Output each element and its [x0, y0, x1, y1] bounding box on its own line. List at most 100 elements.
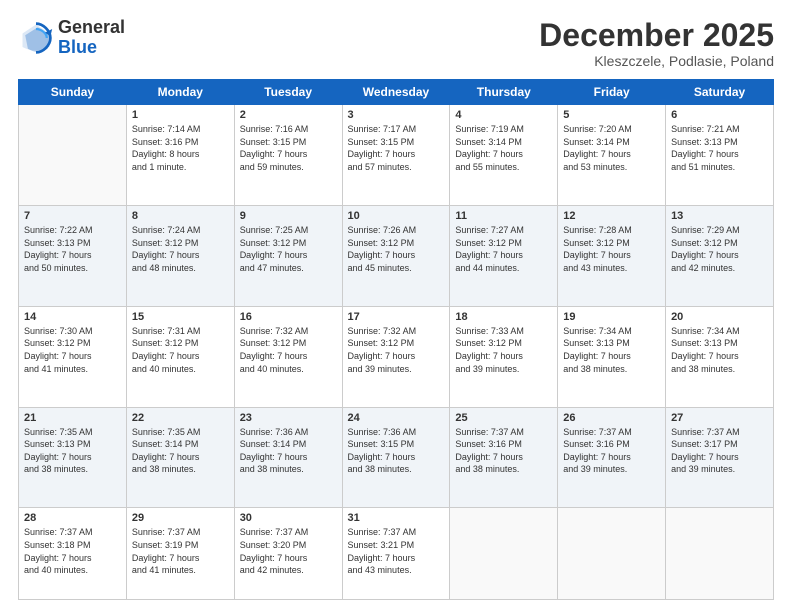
day-info: Sunrise: 7:35 AM Sunset: 3:13 PM Dayligh…	[24, 426, 121, 476]
day-number: 21	[24, 412, 121, 424]
day-info: Sunrise: 7:32 AM Sunset: 3:12 PM Dayligh…	[348, 325, 445, 375]
calendar-table: Sunday Monday Tuesday Wednesday Thursday…	[18, 79, 774, 600]
calendar-cell: 28 Sunrise: 7:37 AM Sunset: 3:18 PM Dayli…	[19, 508, 127, 600]
calendar-cell: 19 Sunrise: 7:34 AM Sunset: 3:13 PM Dayli…	[558, 306, 666, 407]
day-info: Sunrise: 7:34 AM Sunset: 3:13 PM Dayligh…	[563, 325, 660, 375]
calendar-cell: 7 Sunrise: 7:22 AM Sunset: 3:13 PM Daylig…	[19, 205, 127, 306]
day-number: 2	[240, 109, 337, 121]
day-info: Sunrise: 7:37 AM Sunset: 3:18 PM Dayligh…	[24, 526, 121, 576]
calendar-cell	[558, 508, 666, 600]
day-number: 29	[132, 512, 229, 524]
col-thursday: Thursday	[450, 80, 558, 105]
calendar-cell: 6Sunrise: 7:21 AM Sunset: 3:13 PM Daylig…	[666, 105, 774, 206]
day-info: Sunrise: 7:35 AM Sunset: 3:14 PM Dayligh…	[132, 426, 229, 476]
day-info: Sunrise: 7:28 AM Sunset: 3:12 PM Dayligh…	[563, 224, 660, 274]
day-number: 24	[348, 412, 445, 424]
day-number: 10	[348, 210, 445, 222]
calendar-cell	[19, 105, 127, 206]
calendar-cell: 22Sunrise: 7:35 AM Sunset: 3:14 PM Dayli…	[126, 407, 234, 508]
day-info: Sunrise: 7:25 AM Sunset: 3:12 PM Dayligh…	[240, 224, 337, 274]
day-number: 4	[455, 109, 552, 121]
day-number: 18	[455, 311, 552, 323]
calendar-week-row: 14 Sunrise: 7:30 AM Sunset: 3:12 PM Dayli…	[19, 306, 774, 407]
calendar-cell: 20 Sunrise: 7:34 AM Sunset: 3:13 PM Dayli…	[666, 306, 774, 407]
calendar-cell: 4 Sunrise: 7:19 AM Sunset: 3:14 PM Daylig…	[450, 105, 558, 206]
calendar-cell: 5Sunrise: 7:20 AM Sunset: 3:14 PM Daylig…	[558, 105, 666, 206]
day-info: Sunrise: 7:16 AM Sunset: 3:15 PM Dayligh…	[240, 123, 337, 173]
day-info: Sunrise: 7:37 AM Sunset: 3:17 PM Dayligh…	[671, 426, 768, 476]
logo-text: General Blue	[58, 18, 125, 58]
day-number: 7	[24, 210, 121, 222]
day-info: Sunrise: 7:21 AM Sunset: 3:13 PM Dayligh…	[671, 123, 768, 173]
calendar-cell: 16 Sunrise: 7:32 AM Sunset: 3:12 PM Dayli…	[234, 306, 342, 407]
calendar-week-row: 28 Sunrise: 7:37 AM Sunset: 3:18 PM Dayli…	[19, 508, 774, 600]
day-info: Sunrise: 7:37 AM Sunset: 3:20 PM Dayligh…	[240, 526, 337, 576]
col-tuesday: Tuesday	[234, 80, 342, 105]
calendar-cell: 10 Sunrise: 7:26 AM Sunset: 3:12 PM Dayli…	[342, 205, 450, 306]
calendar-week-row: 1 Sunrise: 7:14 AM Sunset: 3:16 PM Daylig…	[19, 105, 774, 206]
day-info: Sunrise: 7:32 AM Sunset: 3:12 PM Dayligh…	[240, 325, 337, 375]
day-number: 14	[24, 311, 121, 323]
day-info: Sunrise: 7:17 AM Sunset: 3:15 PM Dayligh…	[348, 123, 445, 173]
col-saturday: Saturday	[666, 80, 774, 105]
logo-icon	[18, 20, 54, 56]
day-number: 5	[563, 109, 660, 121]
calendar-cell	[666, 508, 774, 600]
logo: General Blue	[18, 18, 125, 58]
day-info: Sunrise: 7:37 AM Sunset: 3:19 PM Dayligh…	[132, 526, 229, 576]
day-number: 16	[240, 311, 337, 323]
calendar-cell: 11 Sunrise: 7:27 AM Sunset: 3:12 PM Dayli…	[450, 205, 558, 306]
day-number: 26	[563, 412, 660, 424]
day-info: Sunrise: 7:27 AM Sunset: 3:12 PM Dayligh…	[455, 224, 552, 274]
calendar-cell: 29 Sunrise: 7:37 AM Sunset: 3:19 PM Dayli…	[126, 508, 234, 600]
calendar-cell: 9 Sunrise: 7:25 AM Sunset: 3:12 PM Daylig…	[234, 205, 342, 306]
col-sunday: Sunday	[19, 80, 127, 105]
col-wednesday: Wednesday	[342, 80, 450, 105]
day-number: 28	[24, 512, 121, 524]
day-info: Sunrise: 7:22 AM Sunset: 3:13 PM Dayligh…	[24, 224, 121, 274]
day-info: Sunrise: 7:19 AM Sunset: 3:14 PM Dayligh…	[455, 123, 552, 173]
calendar-cell: 2 Sunrise: 7:16 AM Sunset: 3:15 PM Daylig…	[234, 105, 342, 206]
day-number: 13	[671, 210, 768, 222]
calendar-cell: 17Sunrise: 7:32 AM Sunset: 3:12 PM Dayli…	[342, 306, 450, 407]
day-info: Sunrise: 7:36 AM Sunset: 3:15 PM Dayligh…	[348, 426, 445, 476]
day-number: 11	[455, 210, 552, 222]
calendar-cell: 30 Sunrise: 7:37 AM Sunset: 3:20 PM Dayli…	[234, 508, 342, 600]
calendar-cell: 24 Sunrise: 7:36 AM Sunset: 3:15 PM Dayli…	[342, 407, 450, 508]
day-number: 30	[240, 512, 337, 524]
calendar-cell: 12Sunrise: 7:28 AM Sunset: 3:12 PM Dayli…	[558, 205, 666, 306]
day-number: 9	[240, 210, 337, 222]
day-info: Sunrise: 7:31 AM Sunset: 3:12 PM Dayligh…	[132, 325, 229, 375]
day-info: Sunrise: 7:36 AM Sunset: 3:14 PM Dayligh…	[240, 426, 337, 476]
col-friday: Friday	[558, 80, 666, 105]
calendar-cell: 14 Sunrise: 7:30 AM Sunset: 3:12 PM Dayli…	[19, 306, 127, 407]
location-subtitle: Kleszczele, Podlasie, Poland	[539, 53, 774, 69]
day-number: 15	[132, 311, 229, 323]
calendar-cell: 26 Sunrise: 7:37 AM Sunset: 3:16 PM Dayli…	[558, 407, 666, 508]
calendar-week-row: 21 Sunrise: 7:35 AM Sunset: 3:13 PM Dayli…	[19, 407, 774, 508]
day-number: 1	[132, 109, 229, 121]
day-info: Sunrise: 7:37 AM Sunset: 3:16 PM Dayligh…	[563, 426, 660, 476]
calendar-cell: 18Sunrise: 7:33 AM Sunset: 3:12 PM Dayli…	[450, 306, 558, 407]
calendar-cell: 1 Sunrise: 7:14 AM Sunset: 3:16 PM Daylig…	[126, 105, 234, 206]
day-info: Sunrise: 7:30 AM Sunset: 3:12 PM Dayligh…	[24, 325, 121, 375]
calendar-cell: 25Sunrise: 7:37 AM Sunset: 3:16 PM Dayli…	[450, 407, 558, 508]
day-info: Sunrise: 7:37 AM Sunset: 3:16 PM Dayligh…	[455, 426, 552, 476]
day-info: Sunrise: 7:34 AM Sunset: 3:13 PM Dayligh…	[671, 325, 768, 375]
day-info: Sunrise: 7:29 AM Sunset: 3:12 PM Dayligh…	[671, 224, 768, 274]
day-number: 3	[348, 109, 445, 121]
calendar-week-row: 7 Sunrise: 7:22 AM Sunset: 3:13 PM Daylig…	[19, 205, 774, 306]
day-info: Sunrise: 7:24 AM Sunset: 3:12 PM Dayligh…	[132, 224, 229, 274]
col-monday: Monday	[126, 80, 234, 105]
day-info: Sunrise: 7:26 AM Sunset: 3:12 PM Dayligh…	[348, 224, 445, 274]
calendar-cell: 23Sunrise: 7:36 AM Sunset: 3:14 PM Dayli…	[234, 407, 342, 508]
calendar-cell: 27Sunrise: 7:37 AM Sunset: 3:17 PM Dayli…	[666, 407, 774, 508]
header: General Blue December 2025 Kleszczele, P…	[18, 18, 774, 69]
calendar-cell: 15 Sunrise: 7:31 AM Sunset: 3:12 PM Dayli…	[126, 306, 234, 407]
day-number: 19	[563, 311, 660, 323]
day-info: Sunrise: 7:14 AM Sunset: 3:16 PM Dayligh…	[132, 123, 229, 173]
day-number: 31	[348, 512, 445, 524]
calendar-cell: 31Sunrise: 7:37 AM Sunset: 3:21 PM Dayli…	[342, 508, 450, 600]
day-number: 20	[671, 311, 768, 323]
calendar-cell: 8Sunrise: 7:24 AM Sunset: 3:12 PM Daylig…	[126, 205, 234, 306]
